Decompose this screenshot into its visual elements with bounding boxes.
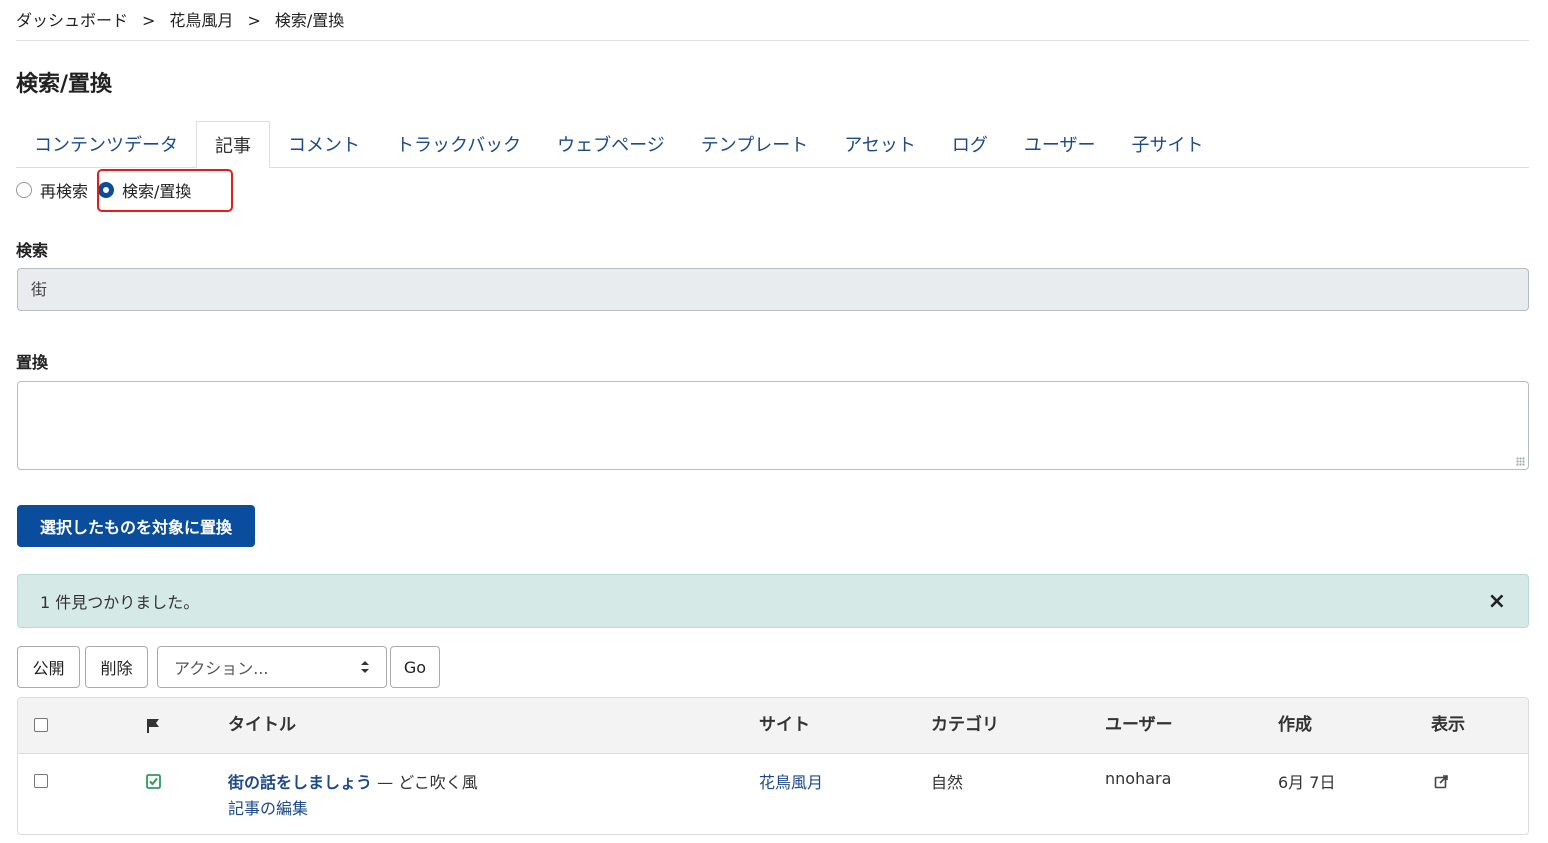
page-title: 検索/置換 (16, 72, 113, 97)
breadcrumb-separator: > (142, 11, 156, 30)
header-category: カテゴリ (931, 715, 999, 735)
breadcrumb-current: 検索/置換 (274, 11, 345, 30)
entry-excerpt: — どこ吹く風 (377, 773, 478, 792)
flag-icon (147, 719, 159, 733)
header-user: ユーザー (1105, 715, 1173, 735)
search-input[interactable]: 街 (17, 268, 1529, 311)
tab-comments[interactable]: コメント (270, 121, 378, 167)
tab-trackbacks[interactable]: トラックバック (378, 121, 539, 167)
tab-assets[interactable]: アセット (826, 121, 934, 167)
entries-table: タイトル サイト カテゴリ ユーザー 作成 表示 街の話をしましょう — どこ吹… (17, 697, 1529, 835)
breadcrumb-dashboard[interactable]: ダッシュボード (16, 11, 128, 30)
created-cell: 6月 7日 (1278, 773, 1336, 792)
search-label: 検索 (16, 241, 49, 260)
breadcrumb-site[interactable]: 花鳥風月 (169, 11, 233, 30)
replace-selected-button[interactable]: 選択したものを対象に置換 (17, 505, 255, 547)
site-link[interactable]: 花鳥風月 (759, 769, 823, 793)
tab-log[interactable]: ログ (934, 121, 1006, 167)
publish-button[interactable]: 公開 (17, 646, 80, 688)
edit-entry-link[interactable]: 記事の編集 (228, 795, 308, 819)
header-created[interactable]: 作成 (1278, 698, 1312, 753)
row-checkbox[interactable] (34, 774, 48, 788)
tab-content-data[interactable]: コンテンツデータ (16, 121, 196, 167)
external-view-icon[interactable] (1434, 774, 1449, 789)
select-arrows-icon (361, 661, 369, 673)
breadcrumb: ダッシュボード > 花鳥風月 > 検索/置換 (16, 7, 344, 31)
tab-entries[interactable]: 記事 (196, 121, 270, 168)
action-select-value: アクション... (174, 659, 269, 678)
tab-webpages[interactable]: ウェブページ (539, 121, 683, 167)
category-cell: 自然 (931, 773, 964, 792)
tab-users[interactable]: ユーザー (1006, 121, 1114, 167)
replace-label: 置換 (16, 353, 49, 372)
replace-textarea[interactable] (17, 381, 1529, 470)
alert-message: 1 件見つかりました。 (40, 593, 200, 612)
table-row: 街の話をしましょう — どこ吹く風 記事の編集 花鳥風月 自然 nnohara … (18, 754, 1528, 834)
radio-research-circle[interactable] (16, 182, 32, 198)
highlight-box (97, 169, 233, 212)
radio-research[interactable]: 再検索 (16, 178, 88, 202)
tab-templates[interactable]: テンプレート (683, 121, 826, 167)
header-site: サイト (759, 715, 810, 735)
user-cell: nnohara (1105, 769, 1172, 788)
header-view: 表示 (1431, 715, 1465, 735)
published-status-icon (146, 774, 161, 789)
delete-button[interactable]: 削除 (85, 646, 148, 688)
tab-child-sites[interactable]: 子サイト (1114, 121, 1222, 167)
result-alert: 1 件見つかりました。 × (17, 574, 1529, 628)
radio-research-label: 再検索 (40, 182, 89, 201)
header-title[interactable]: タイトル (228, 698, 296, 753)
go-button[interactable]: Go (390, 646, 440, 688)
table-header: タイトル サイト カテゴリ ユーザー 作成 表示 (18, 698, 1528, 754)
divider (16, 40, 1529, 41)
breadcrumb-separator: > (247, 11, 261, 30)
close-icon[interactable]: × (1488, 589, 1506, 614)
tab-bar: コンテンツデータ 記事 コメント トラックバック ウェブページ テンプレート ア… (16, 121, 1529, 168)
resize-handle-icon[interactable] (1516, 457, 1525, 466)
action-select[interactable]: アクション... (157, 646, 387, 688)
entry-title-link[interactable]: 街の話をしましょう (228, 773, 372, 792)
select-all-checkbox[interactable] (34, 718, 48, 732)
